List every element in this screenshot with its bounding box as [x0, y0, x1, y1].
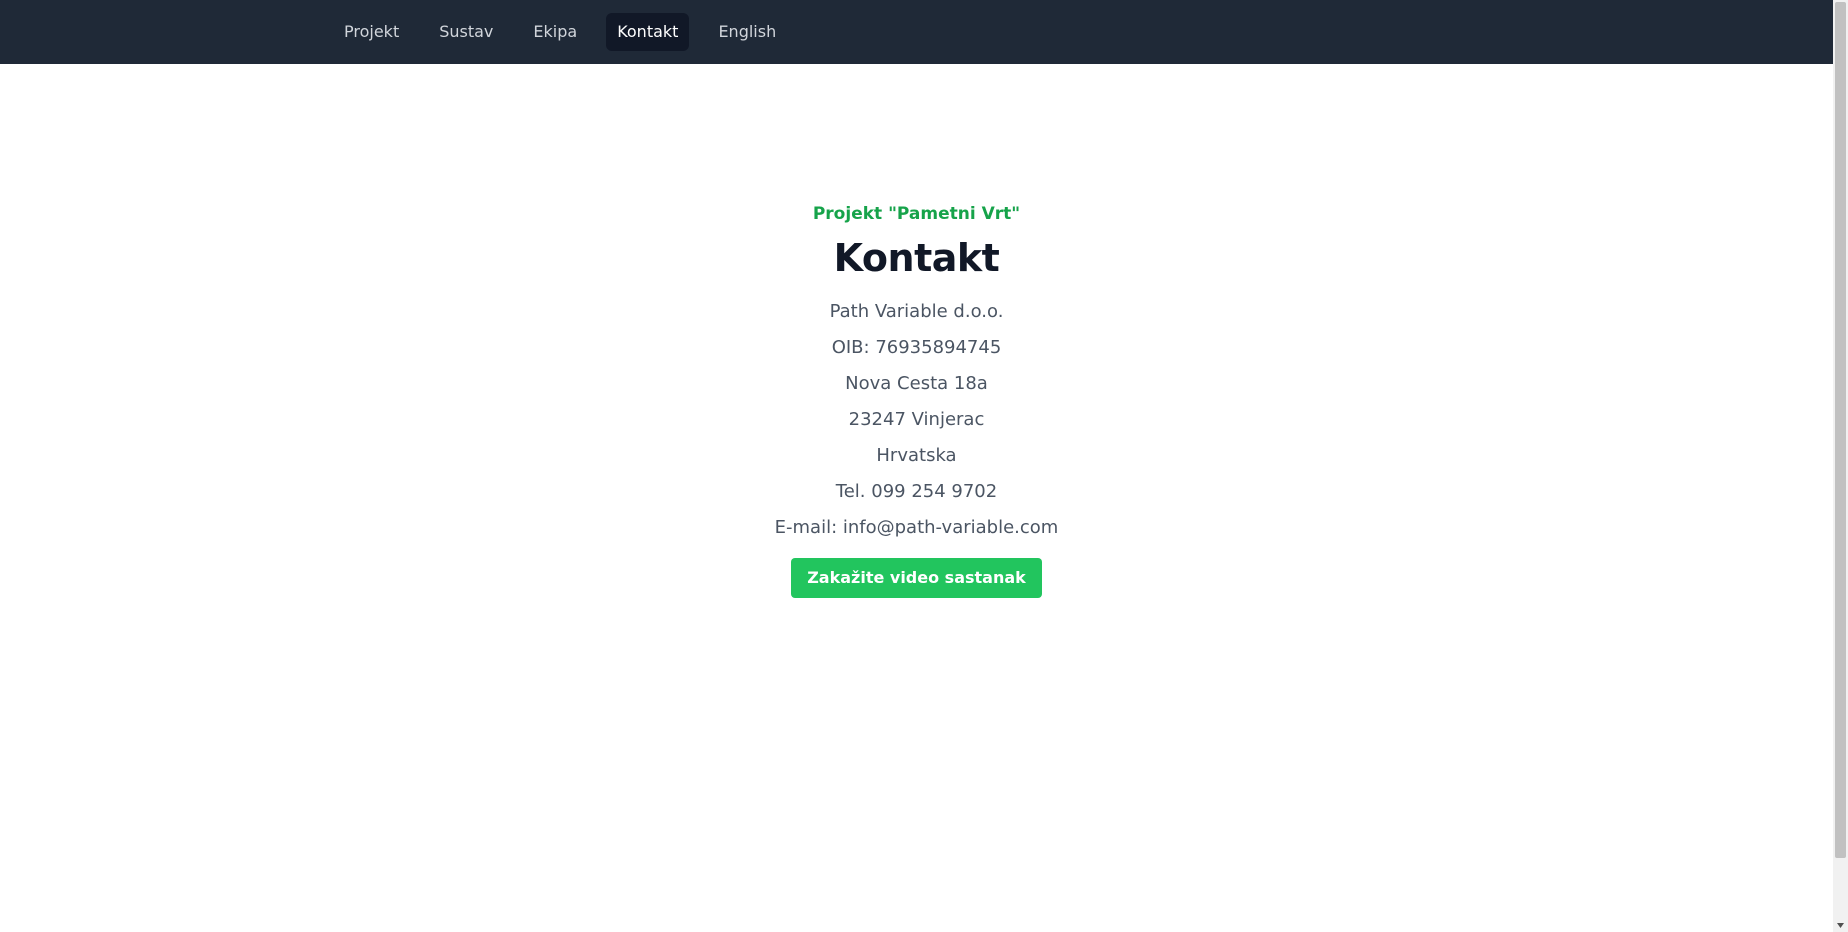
contact-phone: Tel. 099 254 9702 [835, 481, 998, 502]
nav-item-ekipa[interactable]: Ekipa [522, 13, 588, 51]
triangle-down-icon[interactable] [1836, 921, 1845, 930]
company-name: Path Variable d.o.o. [829, 301, 1004, 322]
schedule-video-meeting-button[interactable]: Zakažite video sastanak [791, 558, 1042, 598]
cta-wrapper: Zakažite video sastanak [0, 558, 1833, 598]
address-country: Hrvatska [876, 445, 957, 466]
contact-email: E-mail: info@path-variable.com [774, 517, 1059, 538]
nav-item-kontakt[interactable]: Kontakt [606, 13, 690, 51]
triangle-down-icon-svg [1837, 923, 1844, 928]
viewport: Projekt Sustav Ekipa Kontakt English Pro… [0, 0, 1833, 932]
vertical-scrollbar[interactable] [1833, 0, 1848, 932]
contact-section: Projekt "Pametni Vrt" Kontakt Path Varia… [0, 200, 1833, 598]
company-oib: OIB: 76935894745 [831, 337, 1002, 358]
nav-item-projekt[interactable]: Projekt [333, 13, 410, 51]
project-eyebrow: Projekt "Pametni Vrt" [812, 204, 1021, 224]
nav-item-english[interactable]: English [707, 13, 787, 51]
page-title: Kontakt [833, 236, 1000, 280]
top-navbar: Projekt Sustav Ekipa Kontakt English [0, 0, 1833, 64]
address-street: Nova Cesta 18a [845, 373, 988, 394]
nav-items: Projekt Sustav Ekipa Kontakt English [333, 13, 787, 51]
address-city: 23247 Vinjerac [848, 409, 985, 430]
page: Projekt Sustav Ekipa Kontakt English Pro… [0, 0, 1848, 932]
nav-item-sustav[interactable]: Sustav [428, 13, 504, 51]
contact-details: Path Variable d.o.o. OIB: 76935894745 No… [0, 294, 1833, 546]
scrollbar-thumb[interactable] [1835, 2, 1846, 858]
